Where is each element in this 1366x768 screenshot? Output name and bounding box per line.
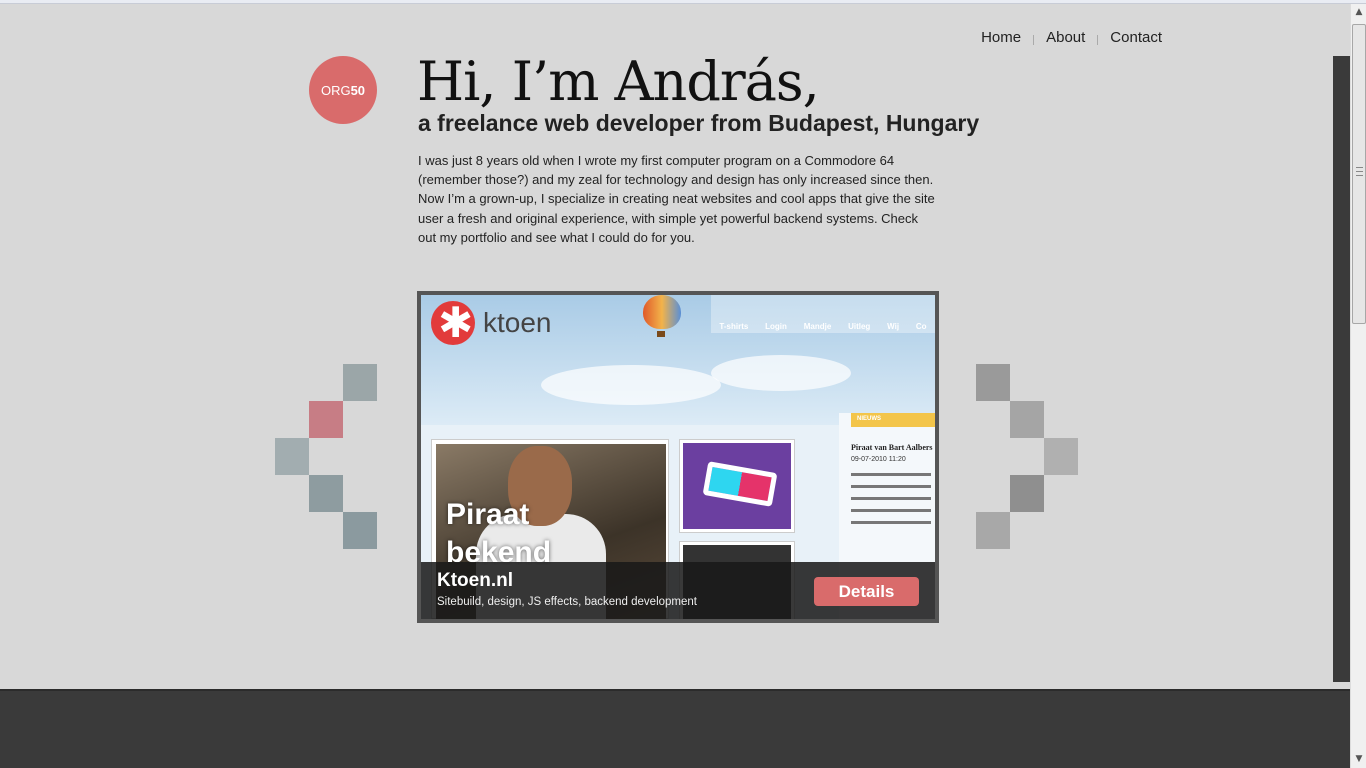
- screenshot-nav-item: Wij: [887, 322, 900, 331]
- news-text-line: [851, 521, 931, 524]
- page-subtitle: a freelance web developer from Budapest,…: [418, 110, 980, 136]
- balloon-icon: [643, 295, 681, 329]
- pixel-arrow-left-icon: [343, 364, 377, 401]
- nav-home-link[interactable]: Home: [981, 29, 1021, 46]
- main-nav: Home About Contact: [981, 29, 1162, 46]
- screenshot-hero-line-1: Piraat: [446, 498, 530, 531]
- scroll-up-arrow-icon[interactable]: ▲: [1351, 4, 1366, 21]
- screenshot-brand: ktoen: [431, 298, 552, 347]
- arrow-pixel: [343, 512, 377, 549]
- cloud: [541, 365, 721, 405]
- screenshot-nav: T-shirts Login Mandje Uitleg Wij Co: [711, 295, 935, 333]
- screenshot-nav-item: T-shirts: [719, 322, 749, 331]
- logo-text-light: ORG: [320, 82, 351, 98]
- news-title: Piraat van Bart Aalbers: [851, 443, 933, 452]
- ktoen-logo-icon: [431, 298, 475, 347]
- news-text-line: [851, 497, 931, 500]
- pixel-arrow-right-icon: [976, 364, 1010, 401]
- arrow-pixel: [275, 438, 309, 475]
- screenshot-nav-item: Mandje: [803, 322, 832, 331]
- scrollbar-thumb[interactable]: [1352, 24, 1366, 324]
- news-text-line: [851, 509, 931, 512]
- cloud: [711, 355, 851, 391]
- prev-project-arrow[interactable]: [275, 364, 377, 549]
- arrow-pixel: [1010, 401, 1044, 438]
- screenshot-hero-text: Piraat bekend: [446, 496, 551, 572]
- footer: [0, 689, 1350, 768]
- news-tab: NIEUWS: [851, 413, 935, 427]
- arrow-pixel: [976, 512, 1010, 549]
- arrow-pixel: [1044, 438, 1078, 475]
- news-date: 09-07-2010 11:20: [851, 456, 906, 463]
- project-title: Ktoen.nl: [437, 570, 513, 591]
- site-logo[interactable]: ORG 50: [309, 56, 377, 124]
- arrow-pixel: [1010, 475, 1044, 512]
- intro-paragraph: I was just 8 years old when I wrote my f…: [418, 153, 935, 245]
- nav-about-link[interactable]: About: [1046, 29, 1085, 46]
- news-text-line: [851, 473, 931, 476]
- page-title: Hi, I’m András,: [417, 50, 820, 113]
- page-edge-rail: [1333, 56, 1350, 682]
- details-button[interactable]: Details: [814, 577, 919, 606]
- scroll-grip-icon: [1356, 167, 1363, 176]
- 3d-glasses-icon: [702, 461, 778, 507]
- arrow-pixel: [309, 401, 343, 438]
- browser-top-edge: [0, 0, 1366, 4]
- screenshot-nav-item: Uitleg: [848, 322, 871, 331]
- screenshot-thumb-glasses: [679, 439, 795, 533]
- portfolio-slide[interactable]: ktoen T-shirts Login Mandje Uitleg Wij C…: [417, 291, 939, 623]
- scroll-down-arrow-icon[interactable]: ▼: [1351, 751, 1366, 768]
- screenshot-brand-text: ktoen: [483, 307, 552, 338]
- logo-text-bold: 50: [350, 82, 366, 98]
- portfolio-caption: Ktoen.nl Sitebuild, design, JS effects, …: [421, 562, 935, 619]
- news-text-line: [851, 485, 931, 488]
- vertical-scrollbar[interactable]: ▲ ▼: [1350, 4, 1366, 768]
- next-project-arrow[interactable]: [976, 364, 1078, 549]
- nav-divider: [1033, 34, 1035, 45]
- screenshot-nav-item: Login: [765, 322, 787, 331]
- nav-divider: [1097, 34, 1099, 45]
- thumb-image: [683, 443, 791, 529]
- screenshot-nav-item: Co: [915, 322, 927, 331]
- project-description: Sitebuild, design, JS effects, backend d…: [437, 596, 697, 608]
- nav-contact-link[interactable]: Contact: [1110, 29, 1162, 46]
- balloon-basket: [657, 331, 665, 337]
- arrow-pixel: [309, 475, 343, 512]
